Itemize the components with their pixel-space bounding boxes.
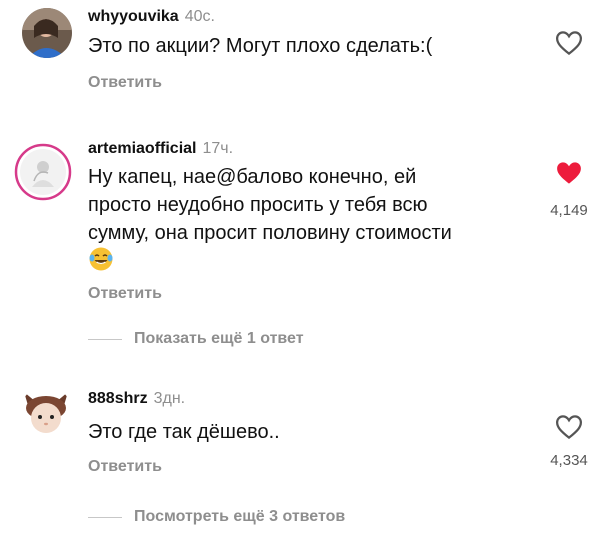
comment-username[interactable]: artemiaofficial 17ч. [88,140,233,158]
comment-time: 3дн. [153,390,186,407]
show-more-replies-button[interactable]: Показать ещё 1 ответ [134,330,304,348]
reply-button[interactable]: Ответить [88,74,162,92]
heart-outline-icon[interactable] [554,28,584,58]
reply-button[interactable]: Ответить [88,458,162,476]
comment-text: Это где так дёшево.. [88,421,280,443]
like-count: 4,334 [550,452,588,469]
avatar[interactable] [22,8,72,58]
comment-time: 17ч. [202,140,234,157]
comment-text: Ну капец, нае@балово конечно, ей просто … [88,166,452,244]
face-with-tears-of-joy-icon [89,247,113,271]
divider [88,517,122,518]
comment-time: 40с. [184,8,215,25]
view-more-replies-button[interactable]: Посмотреть ещё 3 ответов [134,508,345,526]
heart-outline-icon[interactable] [554,412,584,442]
avatar[interactable] [14,143,72,201]
reply-button[interactable]: Ответить [88,285,162,303]
divider [88,339,122,340]
comment-username[interactable]: 888shrz 3дн. [88,390,185,408]
comment-username[interactable]: whyyouvika 40с. [88,8,215,26]
heart-filled-icon[interactable] [554,158,584,188]
avatar[interactable] [20,386,72,438]
like-count: 4,149 [550,202,588,219]
comment-text: Это по акции? Могут плохо сделать:( [88,35,433,57]
